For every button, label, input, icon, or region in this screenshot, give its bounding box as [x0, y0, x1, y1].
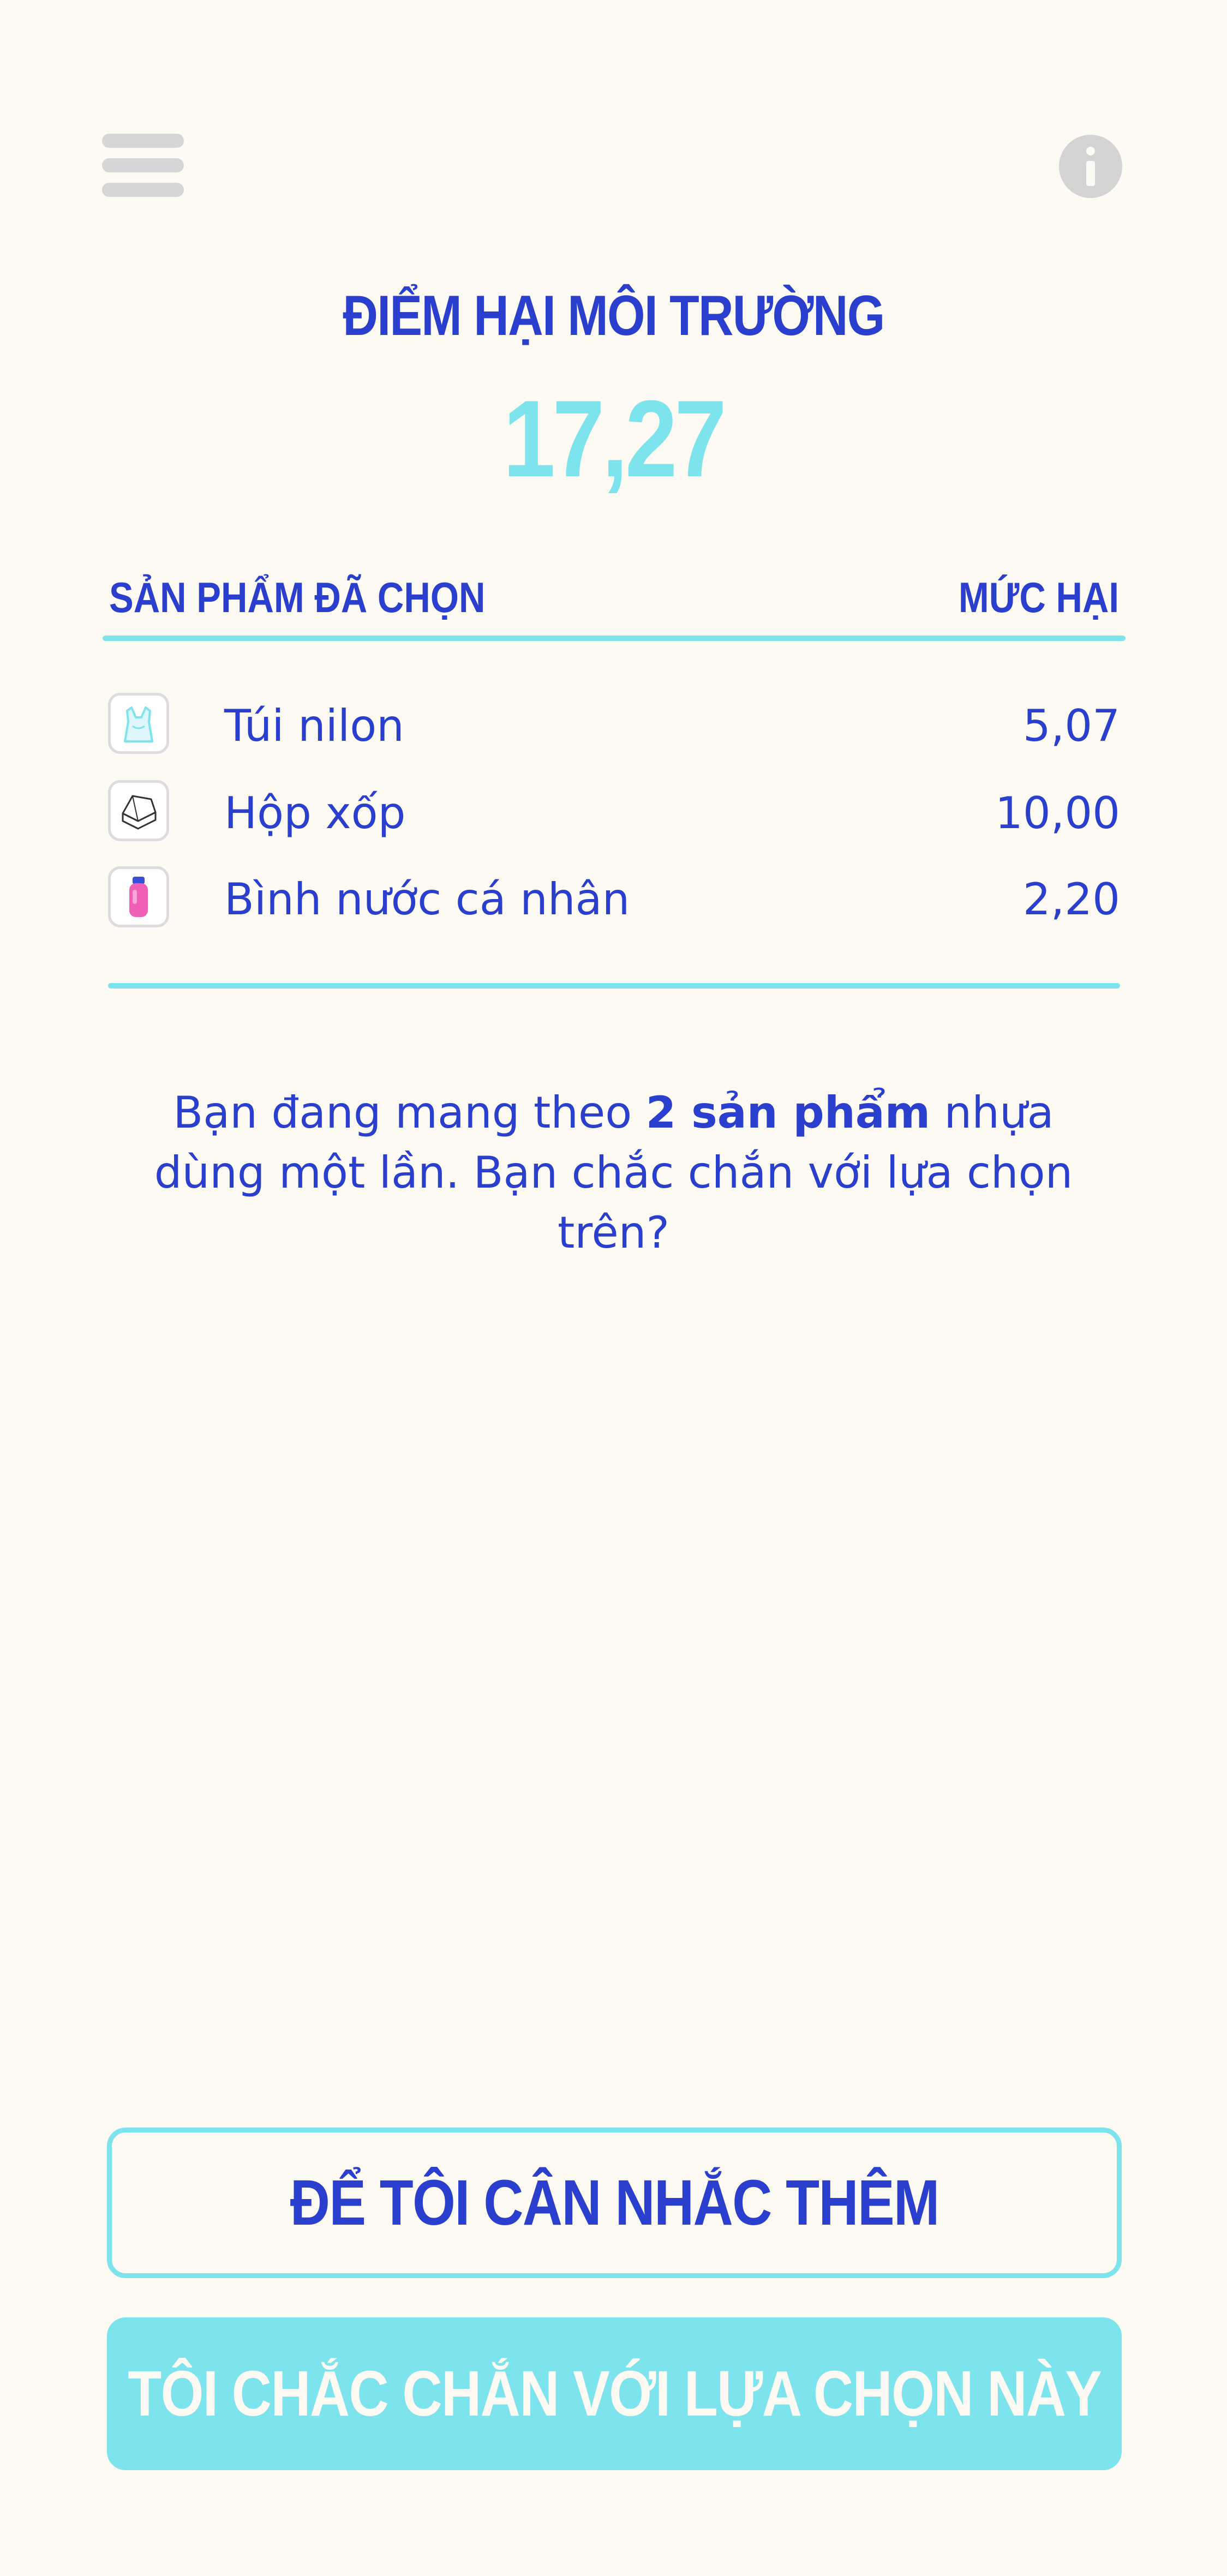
confirm-button-label: TÔI CHẮC CHẮN VỚI LỰA CHỌN NÀY	[127, 2358, 1102, 2430]
table-row: Bình nước cá nhân 2,20	[108, 866, 1120, 932]
message-highlight: 2 sản phẩm	[645, 1087, 931, 1138]
column-header-product: SẢN PHẨM ĐÃ CHỌN	[109, 573, 486, 621]
table-divider-top	[103, 636, 1126, 641]
item-harm-value: 10,00	[995, 788, 1120, 838]
table-divider-bottom	[108, 983, 1120, 989]
hamburger-menu-icon[interactable]	[102, 133, 184, 198]
confirmation-message: Bạn đang mang theo 2 sản phẩm nhựa dùng …	[109, 1083, 1118, 1263]
item-harm-value: 2,20	[1022, 874, 1120, 925]
score-title: ĐIỂM HẠI MÔI TRƯỜNG	[343, 284, 885, 348]
item-label: Bình nước cá nhân	[224, 874, 630, 925]
plastic-bag-icon	[108, 693, 169, 754]
column-header-harm: MỨC HẠI	[958, 573, 1119, 621]
water-bottle-icon	[108, 866, 169, 927]
message-text: Bạn đang mang theo	[173, 1087, 646, 1138]
item-label: Hộp xốp	[224, 788, 406, 838]
item-harm-value: 5,07	[1022, 700, 1120, 751]
score-value: 17,27	[503, 378, 727, 500]
table-row: Hộp xốp 10,00	[108, 780, 1120, 846]
info-icon[interactable]	[1059, 135, 1122, 198]
message-text: dùng một lần. Bạn chắc chắn với lựa chọn…	[154, 1147, 1073, 1258]
foam-box-icon	[108, 780, 169, 841]
item-label: Túi nilon	[224, 700, 404, 751]
message-text: nhựa	[930, 1087, 1054, 1138]
table-row: Túi nilon 5,07	[108, 693, 1120, 758]
reconsider-button[interactable]: ĐỂ TÔI CÂN NHẮC THÊM	[107, 2128, 1122, 2278]
confirm-button[interactable]: TÔI CHẮC CHẮN VỚI LỰA CHỌN NÀY	[107, 2317, 1122, 2470]
reconsider-button-label: ĐỂ TÔI CÂN NHẮC THÊM	[290, 2167, 940, 2239]
